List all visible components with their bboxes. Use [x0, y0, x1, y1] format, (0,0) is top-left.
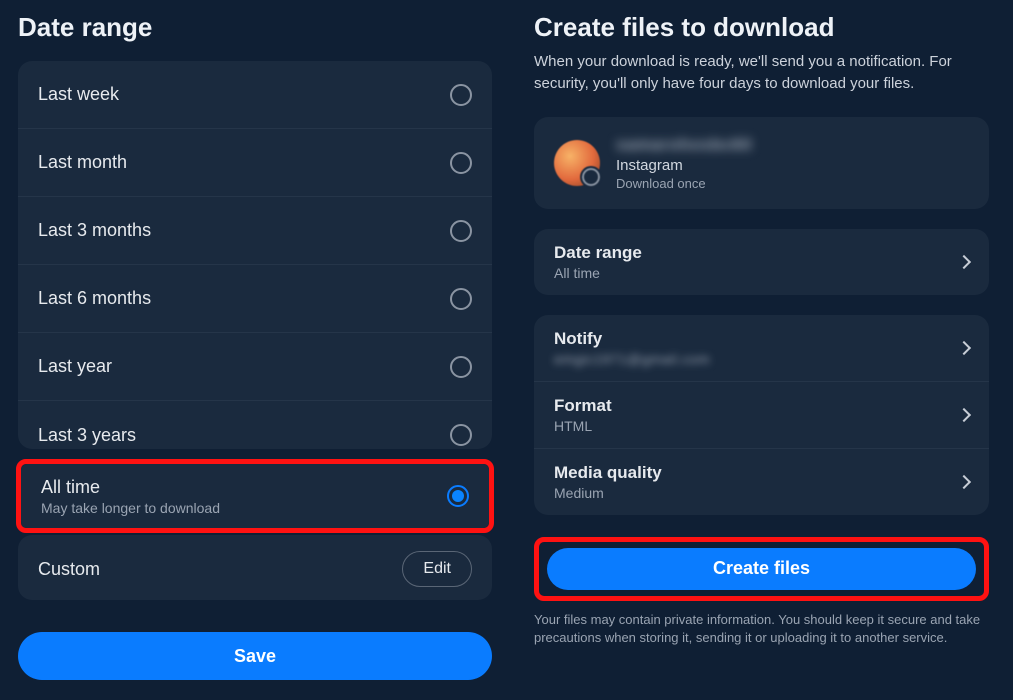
date-range-panel: Date range Last week Last month Last 3 m… [0, 0, 510, 700]
profile-platform: Instagram [616, 157, 752, 174]
date-range-summary: Date range All time [534, 229, 989, 295]
radio-icon [450, 152, 472, 174]
media-quality-row[interactable]: Media quality Medium [534, 449, 989, 515]
date-range-label: Date range [554, 243, 642, 263]
create-files-subtitle: When your download is ready, we'll send … [534, 51, 989, 95]
avatar [554, 140, 600, 186]
date-range-title: Date range [18, 12, 492, 43]
chevron-right-icon [957, 474, 971, 488]
radio-icon [450, 220, 472, 242]
profile-download-mode: Download once [616, 176, 752, 191]
option-custom[interactable]: Custom Edit [18, 535, 492, 600]
radio-icon [450, 356, 472, 378]
chevron-right-icon [957, 407, 971, 421]
media-quality-value: Medium [554, 485, 662, 501]
create-files-panel: Create files to download When your downl… [510, 0, 1013, 700]
profile-text: samarohosbc60 Instagram Download once [616, 135, 752, 191]
notify-label: Notify [554, 329, 710, 349]
radio-icon [450, 84, 472, 106]
profile-username: samarohosbc60 [616, 135, 752, 155]
notify-value: emgic1971@gmail.com [554, 351, 710, 367]
notify-row[interactable]: Notify emgic1971@gmail.com [534, 315, 989, 382]
option-label: Custom [38, 559, 100, 580]
radio-icon [450, 424, 472, 446]
option-label: Last month [38, 152, 127, 173]
option-last-6-months[interactable]: Last 6 months [18, 265, 492, 333]
save-button-wrap: Save [18, 632, 492, 680]
download-settings-group: Notify emgic1971@gmail.com Format HTML M… [534, 315, 989, 515]
create-files-title: Create files to download [534, 12, 989, 43]
option-all-time[interactable]: All time May take longer to download [21, 464, 489, 528]
format-row[interactable]: Format HTML [534, 382, 989, 449]
option-last-3-years[interactable]: Last 3 years [18, 401, 492, 449]
date-range-row[interactable]: Date range All time [534, 229, 989, 295]
edit-button[interactable]: Edit [402, 551, 472, 587]
option-label: Last year [38, 356, 112, 377]
date-range-value: All time [554, 265, 642, 281]
option-label: All time [41, 477, 220, 498]
format-label: Format [554, 396, 612, 416]
option-label: Last 6 months [38, 288, 151, 309]
option-last-week[interactable]: Last week [18, 61, 492, 129]
create-files-highlight: Create files [534, 537, 989, 601]
option-last-month[interactable]: Last month [18, 129, 492, 197]
privacy-disclaimer: Your files may contain private informati… [534, 611, 989, 649]
chevron-right-icon [957, 254, 971, 268]
custom-range-card: Custom Edit [18, 535, 492, 600]
radio-icon [450, 288, 472, 310]
radio-icon-selected [447, 485, 469, 507]
format-value: HTML [554, 418, 612, 434]
option-label: Last week [38, 84, 119, 105]
profile-row[interactable]: samarohosbc60 Instagram Download once [534, 117, 989, 209]
date-range-options-list: Last week Last month Last 3 months Last … [18, 61, 492, 449]
media-quality-label: Media quality [554, 463, 662, 483]
save-button[interactable]: Save [18, 632, 492, 680]
option-sublabel: May take longer to download [41, 500, 220, 516]
create-files-button[interactable]: Create files [547, 548, 976, 590]
profile-card: samarohosbc60 Instagram Download once [534, 117, 989, 209]
option-last-year[interactable]: Last year [18, 333, 492, 401]
option-label: Last 3 years [38, 425, 136, 446]
option-last-3-months[interactable]: Last 3 months [18, 197, 492, 265]
option-label: Last 3 months [38, 220, 151, 241]
chevron-right-icon [957, 340, 971, 354]
option-all-time-highlight: All time May take longer to download [16, 459, 494, 533]
